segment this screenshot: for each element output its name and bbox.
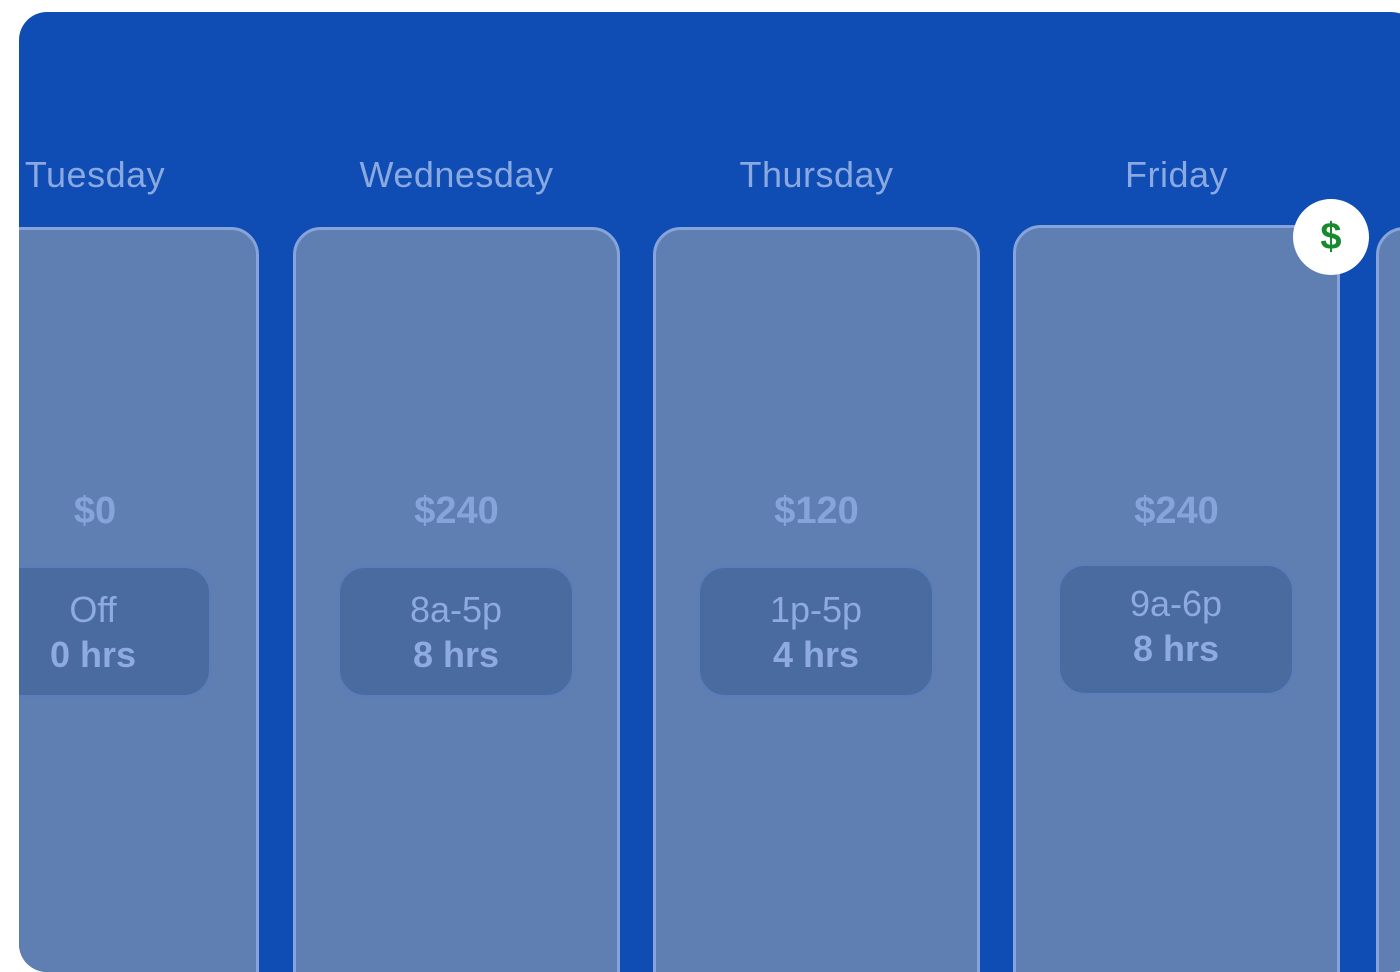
day-column-tuesday: Tuesday $0 Off 0 hrs bbox=[19, 12, 259, 972]
shift-time: Off bbox=[69, 589, 117, 630]
day-amount: $240 bbox=[1134, 490, 1219, 532]
shift-block[interactable]: 8a-5p 8 hrs bbox=[337, 565, 575, 698]
day-column-next bbox=[1376, 12, 1400, 972]
day-card[interactable] bbox=[1376, 227, 1400, 972]
day-amount: $240 bbox=[414, 490, 499, 532]
day-label: Tuesday bbox=[24, 154, 166, 195]
day-label: Friday bbox=[1124, 154, 1229, 195]
day-column-friday: Friday $240 9a-6p 8 hrs bbox=[1013, 12, 1340, 972]
schedule-panel: Tuesday $0 Off 0 hrs Wednesday $240 8a-5… bbox=[19, 12, 1400, 972]
day-column-wednesday: Wednesday $240 8a-5p 8 hrs bbox=[293, 12, 620, 972]
day-amount: $0 bbox=[73, 490, 117, 532]
shift-hours: 0 hrs bbox=[49, 634, 137, 675]
shift-hours: 8 hrs bbox=[1132, 628, 1220, 669]
shift-hours: 8 hrs bbox=[412, 634, 500, 675]
shift-hours: 4 hrs bbox=[772, 634, 860, 675]
day-label: Thursday bbox=[739, 154, 894, 195]
day-amount: $120 bbox=[774, 490, 859, 532]
dollar-badge[interactable]: $ bbox=[1293, 199, 1369, 275]
shift-block[interactable]: 9a-6p 8 hrs bbox=[1057, 563, 1295, 696]
shift-time: 8a-5p bbox=[409, 589, 503, 630]
shift-block[interactable]: 1p-5p 4 hrs bbox=[697, 565, 935, 698]
shift-block[interactable]: Off 0 hrs bbox=[19, 565, 212, 698]
day-label: Wednesday bbox=[359, 154, 554, 195]
dollar-icon: $ bbox=[1320, 215, 1342, 258]
shift-time: 9a-6p bbox=[1129, 583, 1223, 624]
day-column-thursday: Thursday $120 1p-5p 4 hrs bbox=[653, 12, 980, 972]
shift-time: 1p-5p bbox=[769, 589, 863, 630]
